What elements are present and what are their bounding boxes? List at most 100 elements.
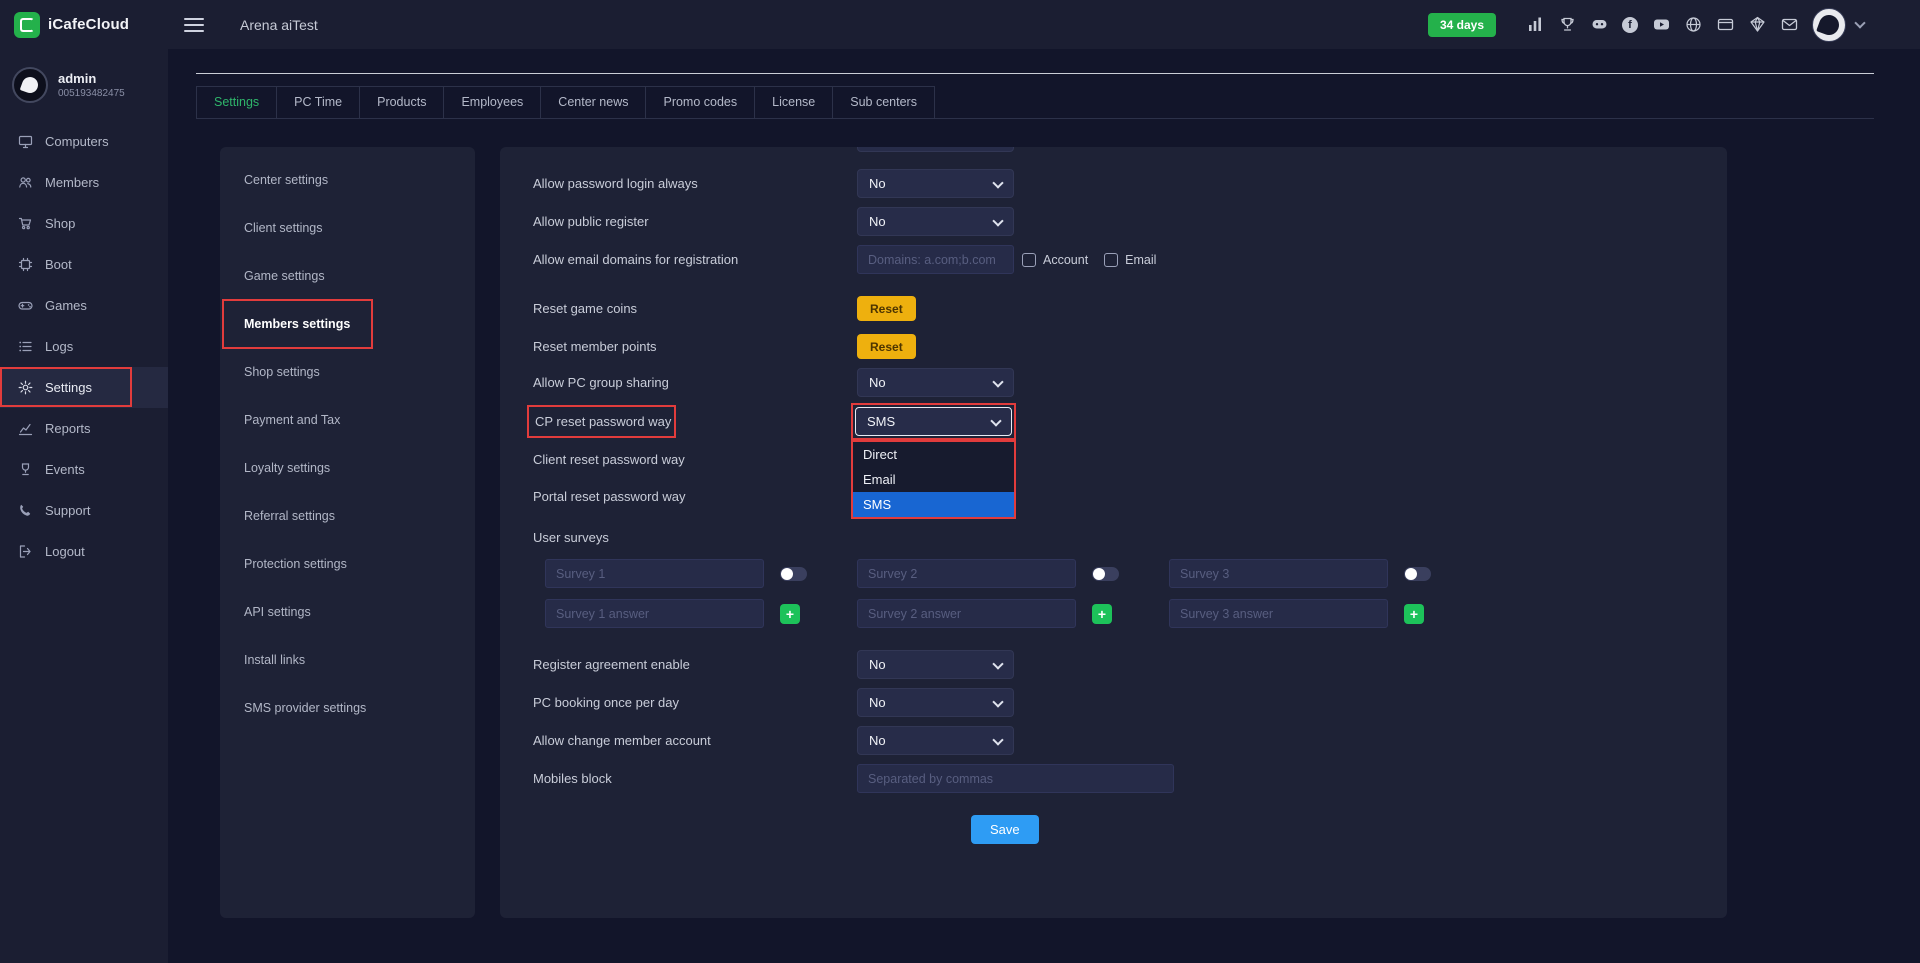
icafecloud-logo[interactable]: iCafeCloud — [0, 12, 168, 38]
days-badge[interactable]: 34 days — [1428, 13, 1496, 37]
nav-item-label: Client settings — [244, 221, 323, 235]
field-label: Allow change member account — [533, 733, 857, 748]
sidebar-item-support[interactable]: Support — [0, 490, 168, 531]
tab-sub-centers[interactable]: Sub centers — [832, 86, 935, 118]
dropdown-option-email[interactable]: Email — [853, 467, 1014, 492]
sidebar-item-members[interactable]: Members — [0, 162, 168, 203]
sidebar-item-games[interactable]: Games — [0, 285, 168, 326]
tab-center-news[interactable]: Center news — [540, 86, 646, 118]
survey-1-add-button[interactable]: + — [780, 604, 800, 624]
logout-icon — [18, 544, 33, 559]
field-label: PC booking once per day — [533, 695, 857, 710]
nav-item-label: Protection settings — [244, 557, 347, 571]
gem-icon[interactable] — [1748, 16, 1766, 34]
settings-nav-payment-and-tax[interactable]: Payment and Tax — [220, 396, 475, 444]
form-row-allow-pc-group-sharing: Allow PC group sharing No — [533, 368, 1727, 397]
sidebar-item-boot[interactable]: Boot — [0, 244, 168, 285]
survey-2-answer-input[interactable] — [857, 599, 1076, 628]
cp-reset-password-way-select[interactable]: SMS — [855, 407, 1012, 436]
field-label: Mobiles block — [533, 771, 857, 786]
topbar: iCafeCloud Arena aiTest 34 days — [0, 0, 1920, 49]
survey-2-add-button[interactable]: + — [1092, 604, 1112, 624]
tab-pc-time[interactable]: PC Time — [276, 86, 360, 118]
select-value: SMS — [867, 414, 895, 429]
tab-promo-codes[interactable]: Promo codes — [645, 86, 755, 118]
save-button[interactable]: Save — [971, 815, 1039, 844]
icafecloud-logo-icon — [14, 12, 40, 38]
hamburger-menu-icon[interactable] — [184, 14, 204, 36]
survey-1-input[interactable] — [545, 559, 764, 588]
sidebar-item-logout[interactable]: Logout — [0, 531, 168, 572]
profile-avatar[interactable] — [12, 67, 48, 103]
chevron-down-icon[interactable] — [1854, 17, 1865, 28]
allow-pc-group-sharing-select[interactable]: No — [857, 368, 1014, 397]
globe-icon[interactable] — [1684, 16, 1702, 34]
reset-game-coins-button[interactable]: Reset — [857, 296, 916, 321]
register-agreement-select[interactable]: No — [857, 650, 1014, 679]
avatar-emblem — [1816, 12, 1842, 38]
form-row-user-surveys: User surveys — [533, 523, 1727, 552]
sidebar-item-logs[interactable]: Logs — [0, 326, 168, 367]
settings-nav-shop-settings[interactable]: Shop settings — [220, 348, 475, 396]
settings-nav-client-settings[interactable]: Client settings — [220, 204, 475, 252]
stats-icon[interactable] — [1526, 16, 1544, 34]
profile-block: admin 005193482475 — [0, 49, 168, 115]
select-value: No — [869, 214, 886, 229]
sidebar-item-computers[interactable]: Computers — [0, 121, 168, 162]
survey-1-answer-input[interactable] — [545, 599, 764, 628]
facebook-icon[interactable] — [1622, 17, 1638, 33]
nav-item-label: API settings — [244, 605, 311, 619]
settings-nav-center-settings[interactable]: Center settings — [220, 156, 475, 204]
tab-license[interactable]: License — [754, 86, 833, 118]
tab-products[interactable]: Products — [359, 86, 444, 118]
mobiles-block-input[interactable] — [857, 764, 1174, 793]
form-row-reset-game-coins: Reset game coins Reset — [533, 294, 1727, 323]
sidebar-item-shop[interactable]: Shop — [0, 203, 168, 244]
sidebar-item-reports[interactable]: Reports — [0, 408, 168, 449]
field-label: Allow PC group sharing — [533, 375, 857, 390]
settings-nav-game-settings[interactable]: Game settings — [220, 252, 475, 300]
pc-booking-select[interactable]: No — [857, 688, 1014, 717]
allow-public-register-select[interactable]: No — [857, 207, 1014, 236]
email-domains-input[interactable] — [857, 245, 1014, 274]
settings-nav-install-links[interactable]: Install links — [220, 636, 475, 684]
mail-icon[interactable] — [1780, 16, 1798, 34]
card-icon[interactable] — [1716, 16, 1734, 34]
discord-icon[interactable] — [1590, 16, 1608, 34]
account-checkbox[interactable] — [1022, 253, 1036, 267]
dropdown-option-sms[interactable]: SMS — [853, 492, 1014, 517]
survey-3-input[interactable] — [1169, 559, 1388, 588]
allow-password-login-select[interactable]: No — [857, 169, 1014, 198]
list-icon — [18, 339, 33, 354]
reset-member-points-button[interactable]: Reset — [857, 334, 916, 359]
phone-icon — [18, 503, 33, 518]
sidebar-item-events[interactable]: Events — [0, 449, 168, 490]
tab-employees[interactable]: Employees — [443, 86, 541, 118]
survey-3-answer-input[interactable] — [1169, 599, 1388, 628]
tab-settings[interactable]: Settings — [196, 86, 277, 118]
trophy-icon[interactable] — [1558, 16, 1576, 34]
survey-3-toggle[interactable] — [1404, 567, 1431, 581]
survey-3-add-button[interactable]: + — [1404, 604, 1424, 624]
settings-nav-loyalty-settings[interactable]: Loyalty settings — [220, 444, 475, 492]
settings-nav-protection-settings[interactable]: Protection settings — [220, 540, 475, 588]
survey-1-toggle[interactable] — [780, 567, 807, 581]
settings-nav-api-settings[interactable]: API settings — [220, 588, 475, 636]
dropdown-option-direct[interactable]: Direct — [853, 442, 1014, 467]
settings-nav-referral-settings[interactable]: Referral settings — [220, 492, 475, 540]
email-checkbox[interactable] — [1104, 253, 1118, 267]
settings-nav-members-settings[interactable]: Members settings — [220, 300, 475, 348]
nav-item-label: Shop settings — [244, 365, 320, 379]
field-label: Client reset password way — [533, 452, 857, 467]
form-row-mobiles-block: Mobiles block — [533, 764, 1727, 793]
survey-2-toggle[interactable] — [1092, 567, 1119, 581]
new-member-offer-select[interactable] — [857, 147, 1014, 152]
survey-2-input[interactable] — [857, 559, 1076, 588]
youtube-icon[interactable] — [1652, 16, 1670, 34]
user-avatar[interactable] — [1812, 8, 1846, 42]
allow-change-member-account-select[interactable]: No — [857, 726, 1014, 755]
field-label: CP reset password way — [535, 414, 671, 429]
sidebar-item-settings[interactable]: Settings — [0, 367, 168, 408]
settings-nav-sms-provider-settings[interactable]: SMS provider settings — [220, 684, 475, 732]
form-row-new-member-offer: New member offer — [533, 147, 1727, 154]
